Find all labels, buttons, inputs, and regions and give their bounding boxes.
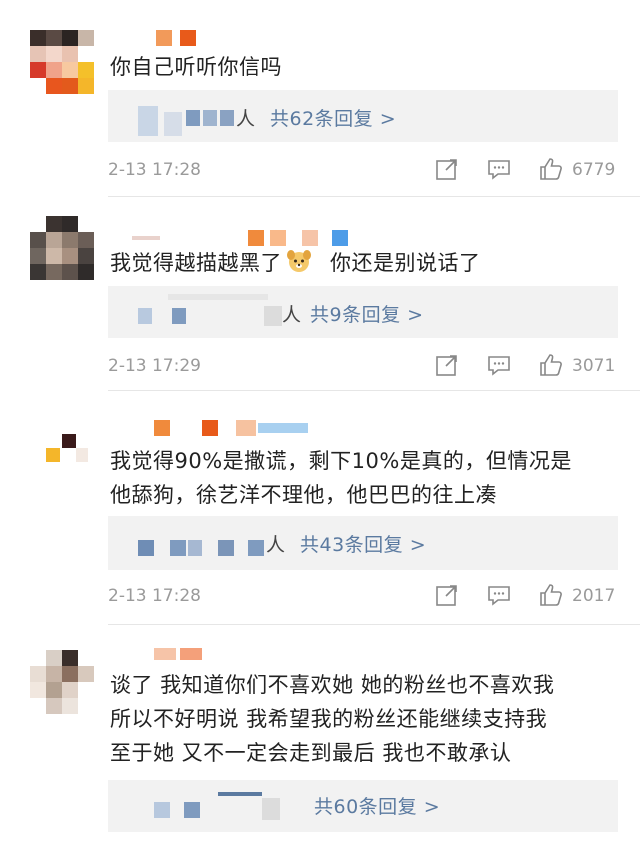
dog-emoji-icon bbox=[286, 248, 312, 274]
comment-text-line: 所以不好明说 我希望我的粉丝还能继续支持我 bbox=[110, 707, 548, 731]
reply-prefix: 人 bbox=[266, 534, 286, 556]
comment-text-line: 我觉得90%是撒谎，剩下10%是真的，但情况是 bbox=[110, 449, 572, 473]
comment-item: 谈了 我知道你们不喜欢她 她的粉丝也不喜欢我 所以不好明说 我希望我的粉丝还能继… bbox=[0, 624, 640, 844]
comment-text: 谈了 我知道你们不喜欢她 她的粉丝也不喜欢我 所以不好明说 我希望我的粉丝还能继… bbox=[110, 668, 614, 770]
comment-meta: 2-13 17:28 6779 bbox=[108, 156, 618, 186]
thumbs-up-icon[interactable] bbox=[538, 156, 564, 182]
share-icon[interactable] bbox=[434, 582, 460, 608]
comment-text-line: 谈了 我知道你们不喜欢她 她的粉丝也不喜欢我 bbox=[110, 673, 555, 697]
comment-icon[interactable] bbox=[486, 352, 512, 378]
share-icon[interactable] bbox=[434, 156, 460, 182]
comment-text-part: 我觉得越描越黑了 bbox=[110, 251, 282, 275]
view-replies-link[interactable]: 共43条回复 > bbox=[300, 530, 426, 557]
timestamp: 2-13 17:29 bbox=[108, 356, 201, 376]
view-replies-link[interactable]: 共60条回复 > bbox=[314, 792, 440, 819]
comment-meta: 2-13 17:29 3071 bbox=[108, 352, 618, 382]
view-replies-link[interactable]: 共62条回复 > bbox=[270, 104, 396, 131]
comment-text-part: 你还是别说话了 bbox=[330, 251, 481, 275]
thumbs-up-icon[interactable] bbox=[538, 582, 564, 608]
comment-text: 我觉得90%是撒谎，剩下10%是真的，但情况是 他舔狗，徐艺洋不理他，他巴巴的往… bbox=[110, 444, 614, 512]
comment-meta: 2-13 17:28 2017 bbox=[108, 582, 618, 612]
comment-text: 你自己听听你信吗 bbox=[110, 55, 282, 79]
comment-text-line: 至于她 又不一定会走到最后 我也不敢承认 bbox=[110, 741, 512, 765]
timestamp: 2-13 17:28 bbox=[108, 586, 201, 606]
reply-preview[interactable]: 人 共9条回复 > bbox=[108, 286, 618, 338]
comment-icon[interactable] bbox=[486, 582, 512, 608]
comment-item: 你自己听听你信吗 人 共62条回复 > 2-13 17:28 6779 bbox=[0, 0, 640, 200]
reply-preview[interactable]: 人 共62条回复 > bbox=[108, 90, 618, 142]
view-replies-link[interactable]: 共9条回复 > bbox=[310, 300, 424, 327]
avatar[interactable] bbox=[30, 426, 94, 490]
avatar[interactable] bbox=[30, 650, 94, 714]
thumbs-up-icon[interactable] bbox=[538, 352, 564, 378]
comment-icon[interactable] bbox=[486, 156, 512, 182]
comment-item: 我觉得越描越黑了 你还是别说话了 人 共9条回复 > 2-13 17:29 307… bbox=[0, 196, 640, 390]
like-count: 2017 bbox=[572, 586, 616, 606]
like-count: 3071 bbox=[572, 356, 616, 376]
reply-prefix: 人 bbox=[282, 304, 302, 326]
avatar[interactable] bbox=[30, 216, 94, 280]
reply-preview[interactable]: 共60条回复 > bbox=[108, 780, 618, 832]
timestamp: 2-13 17:28 bbox=[108, 160, 201, 180]
comment-text-line: 他舔狗，徐艺洋不理他，他巴巴的往上凑 bbox=[110, 483, 497, 507]
reply-preview[interactable]: 人 共43条回复 > bbox=[108, 516, 618, 570]
comment-text: 我觉得越描越黑了 你还是别说话了 bbox=[110, 246, 614, 280]
reply-prefix: 人 bbox=[236, 108, 256, 130]
share-icon[interactable] bbox=[434, 352, 460, 378]
comment-item: 我觉得90%是撒谎，剩下10%是真的，但情况是 他舔狗，徐艺洋不理他，他巴巴的往… bbox=[0, 390, 640, 624]
avatar[interactable] bbox=[30, 30, 94, 94]
like-count: 6779 bbox=[572, 160, 616, 180]
